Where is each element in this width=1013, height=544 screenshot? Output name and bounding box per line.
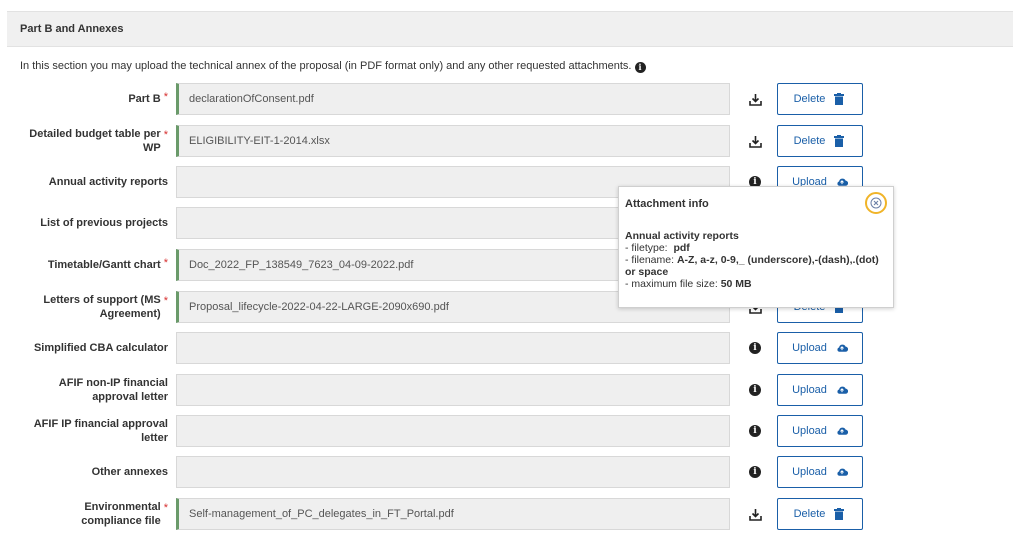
trash-icon <box>834 135 846 147</box>
attachment-label-text: Annual activity reports <box>48 176 168 188</box>
upload-button[interactable]: Upload <box>777 456 863 488</box>
file-name-field: ELIGIBILITY-EIT-1-2014.xlsx <box>176 125 730 157</box>
attachment-row: Other annexes i Upload <box>0 455 1013 489</box>
popup-heading: Annual activity reports <box>625 230 739 242</box>
attachment-label: Simplified CBA calculator <box>34 331 168 365</box>
attachment-label: Timetable/Gantt chart * <box>48 248 168 282</box>
attachment-label-text: Timetable/Gantt chart <box>47 259 161 271</box>
info-icon[interactable]: i <box>634 62 646 73</box>
attachment-label: Detailed budget table per WP * <box>18 124 168 158</box>
attachment-label-text: Part B <box>128 93 161 105</box>
button-label: Upload <box>792 466 827 478</box>
upload-button[interactable]: Upload <box>777 332 863 364</box>
file-name-field: Self-management_of_PC_delegates_in_FT_Po… <box>176 498 730 530</box>
attachment-label-text: Environmental compliance file <box>81 501 161 527</box>
file-name-field <box>176 332 730 364</box>
filetype-label: - filetype: <box>625 242 668 254</box>
delete-button[interactable]: Delete <box>777 83 863 115</box>
filename-label: - filename: <box>625 254 675 266</box>
popup-filename: - filename: A-Z, a-z, 0-9,_ (underscore)… <box>625 254 891 278</box>
attachment-label-text: Letters of support (MS Agreement) <box>43 294 161 320</box>
required-marker: * <box>163 295 168 307</box>
attachment-label-text: Simplified CBA calculator <box>33 342 168 354</box>
attachment-label: List of previous projects <box>40 206 168 240</box>
attachment-label-text: AFIF IP financial approval letter <box>33 418 168 444</box>
section-header: Part B and Annexes <box>7 11 1013 47</box>
attachment-label-text: AFIF non-IP financial approval letter <box>58 377 168 403</box>
filetype-value: pdf <box>673 242 690 254</box>
cloud-upload-icon <box>836 466 848 478</box>
info-icon[interactable]: i <box>748 383 762 397</box>
download-icon[interactable] <box>748 92 762 106</box>
attachment-row: Detailed budget table per WP * ELIGIBILITY… <box>0 124 1013 158</box>
download-icon[interactable] <box>748 134 762 148</box>
attachment-label: Environmental compliance file * <box>48 497 168 531</box>
attachment-row: Simplified CBA calculator i Upload <box>0 331 1013 365</box>
section-title: Part B and Annexes <box>20 23 124 35</box>
attachment-label-text: Detailed budget table per WP <box>29 128 161 154</box>
attachment-label: AFIF IP financial approval letter <box>8 414 168 448</box>
required-marker: * <box>163 257 168 269</box>
cloud-upload-icon <box>836 425 848 437</box>
button-label: Upload <box>792 425 827 437</box>
upload-button[interactable]: Upload <box>777 415 863 447</box>
delete-button[interactable]: Delete <box>777 498 863 530</box>
maxsize-value: 50 MB <box>720 278 752 290</box>
file-name-field <box>176 374 730 406</box>
info-icon[interactable]: i <box>748 465 762 479</box>
attachment-label: AFIF non-IP financial approval letter <box>28 373 168 407</box>
attachment-label-text: List of previous projects <box>40 217 168 229</box>
required-marker: * <box>163 91 168 103</box>
required-marker: * <box>163 129 168 141</box>
attachment-label-text: Other annexes <box>91 466 168 478</box>
required-marker: * <box>163 502 168 514</box>
popup-title: Attachment info <box>625 198 709 210</box>
upload-button[interactable]: Upload <box>777 374 863 406</box>
section-intro: In this section you may upload the techn… <box>20 60 646 73</box>
button-label: Delete <box>793 93 826 105</box>
button-label: Upload <box>792 384 827 396</box>
file-name-field <box>176 415 730 447</box>
button-label: Delete <box>793 135 826 147</box>
delete-button[interactable]: Delete <box>777 125 863 157</box>
trash-icon <box>834 508 846 520</box>
attachment-label: Part B * <box>128 82 168 116</box>
attachment-label: Letters of support (MS Agreement) * <box>28 290 168 324</box>
info-icon[interactable]: i <box>748 424 762 438</box>
popup-filetype: - filetype: pdf <box>625 242 891 254</box>
attachment-row: Environmental compliance file * Self-manag… <box>0 497 1013 531</box>
trash-icon <box>834 93 846 105</box>
button-label: Delete <box>793 508 826 520</box>
attachment-row: AFIF non-IP financial approval letter i Up… <box>0 373 1013 407</box>
attachment-info-popup: Attachment info Annual activity reports … <box>618 186 894 308</box>
maxsize-label: - maximum file size: <box>625 278 718 290</box>
download-icon[interactable] <box>748 507 762 521</box>
file-name-field: declarationOfConsent.pdf <box>176 83 730 115</box>
button-label: Upload <box>792 342 827 354</box>
file-name-field <box>176 456 730 488</box>
attachment-row: AFIF IP financial approval letter i Upload <box>0 414 1013 448</box>
attachment-label: Other annexes <box>92 455 168 489</box>
popup-body: Annual activity reports - filetype: pdf … <box>625 230 891 290</box>
popup-maxsize: - maximum file size: 50 MB <box>625 278 891 290</box>
intro-text: In this section you may upload the techn… <box>20 60 632 72</box>
info-icon[interactable]: i <box>748 341 762 355</box>
close-icon[interactable] <box>865 192 887 214</box>
cloud-upload-icon <box>836 342 848 354</box>
cloud-upload-icon <box>836 384 848 396</box>
attachment-label: Annual activity reports <box>49 165 168 199</box>
attachment-row: Part B * declarationOfConsent.pdf Delete <box>0 82 1013 116</box>
